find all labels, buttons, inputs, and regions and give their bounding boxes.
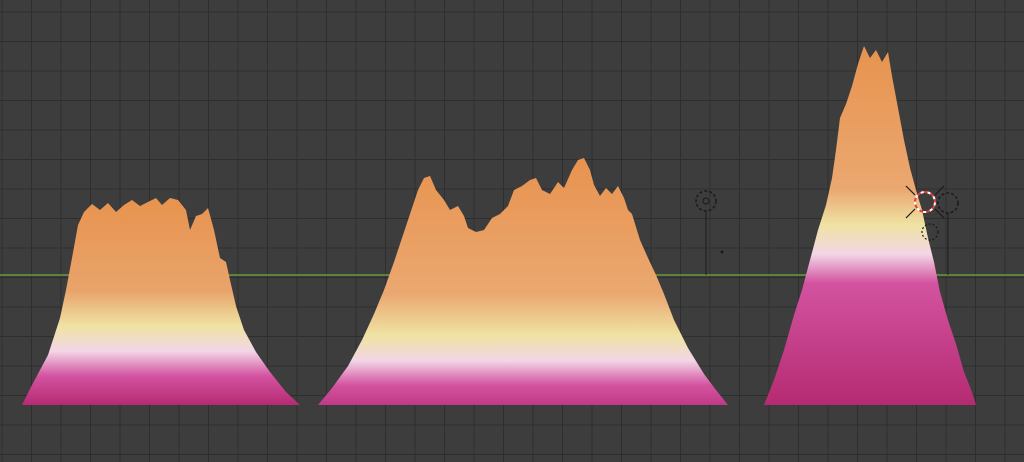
3d-viewport[interactable]: [0, 0, 1024, 462]
terrain-mesh-left[interactable]: [22, 198, 300, 405]
terrain-mesh-center[interactable]: [318, 158, 728, 405]
viewport-canvas[interactable]: [0, 0, 1024, 462]
terrain-mesh-right[interactable]: [764, 46, 976, 405]
